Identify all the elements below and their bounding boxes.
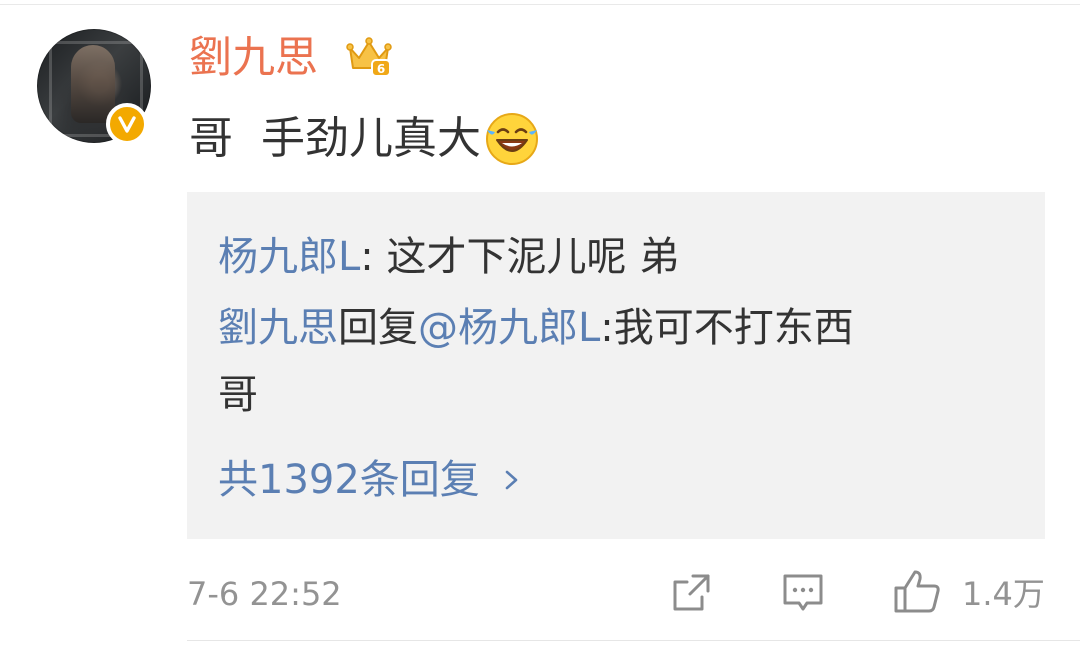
reply-text: 我可不打东西 [613, 305, 854, 351]
reply-word: 回复 [338, 305, 418, 351]
reply-item[interactable]: 杨九郎L: 这才下泥儿呢 弟 [218, 226, 679, 288]
reply-item[interactable]: 劉九思回复@杨九郎L:我可不打东西 [218, 297, 854, 359]
view-all-replies-link[interactable]: 共1392条回复 [218, 449, 524, 511]
reply-text-continuation: 哥 [218, 372, 258, 418]
verified-badge-icon [106, 103, 148, 145]
share-icon[interactable] [669, 571, 713, 615]
reply-mention[interactable]: @杨九郎L [418, 305, 600, 351]
top-divider [0, 4, 1080, 5]
thumbs-up-icon[interactable] [893, 568, 941, 614]
reply-author[interactable]: 劉九思 [218, 305, 338, 351]
reply-count-text: 共1392条回复 [218, 457, 480, 503]
laugh-cry-emoji-icon [485, 113, 538, 165]
comment-author-name[interactable]: 劉九思 [189, 30, 318, 86]
like-count: 1.4万 [962, 575, 1045, 613]
reply-separator: : [360, 234, 387, 280]
crown-level-icon[interactable]: 6 [346, 34, 392, 78]
comment-body: 哥 手劲儿真大 [189, 110, 541, 168]
comment-icon[interactable] [781, 571, 825, 615]
reply-separator: : [600, 305, 614, 351]
avatar-figure [71, 45, 115, 123]
reply-preview-box[interactable]: 杨九郎L: 这才下泥儿呢 弟 劉九思回复@杨九郎L:我可不打东西 哥 共1392… [187, 192, 1045, 539]
reply-author[interactable]: 杨九郎L [218, 234, 360, 280]
bottom-divider [187, 640, 1080, 641]
crown-level-number: 6 [377, 62, 385, 76]
comment-text: 哥 手劲儿真大 [189, 113, 481, 164]
v-icon [118, 116, 136, 133]
reply-text: 这才下泥儿呢 弟 [386, 234, 680, 280]
chevron-right-icon [505, 470, 518, 490]
comment-timestamp: 7-6 22:52 [187, 575, 342, 613]
